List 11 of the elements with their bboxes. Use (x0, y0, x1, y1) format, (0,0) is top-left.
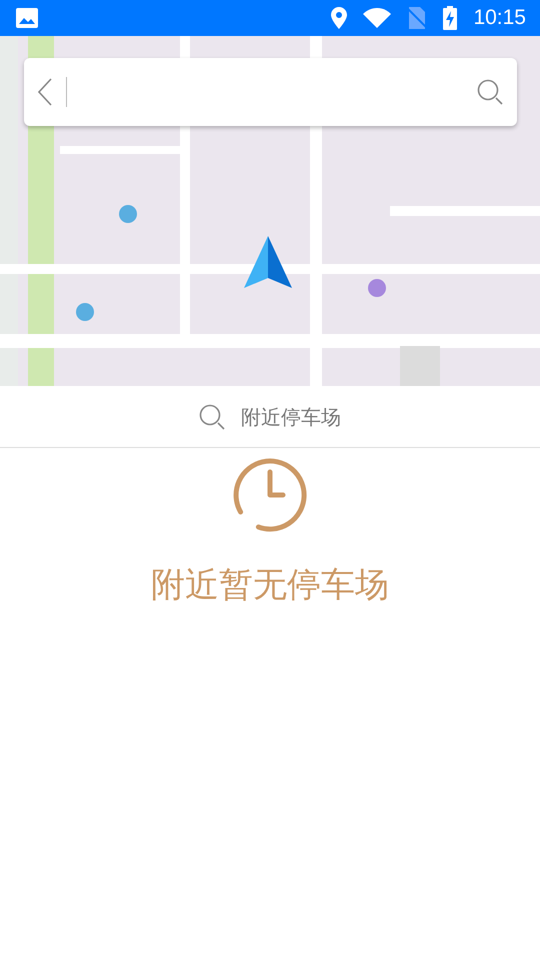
image-icon (16, 8, 38, 28)
clock-time: 10:15 (473, 5, 526, 32)
search-icon[interactable] (477, 79, 503, 105)
empty-message: 附近暂无停车场 (151, 564, 389, 607)
battery-charging-icon (443, 6, 458, 30)
clock-icon (231, 456, 309, 534)
no-sim-icon (407, 7, 428, 29)
wifi-icon (363, 8, 392, 28)
search-icon (199, 404, 225, 430)
location-pin-icon (331, 7, 348, 29)
back-icon[interactable] (38, 78, 52, 106)
